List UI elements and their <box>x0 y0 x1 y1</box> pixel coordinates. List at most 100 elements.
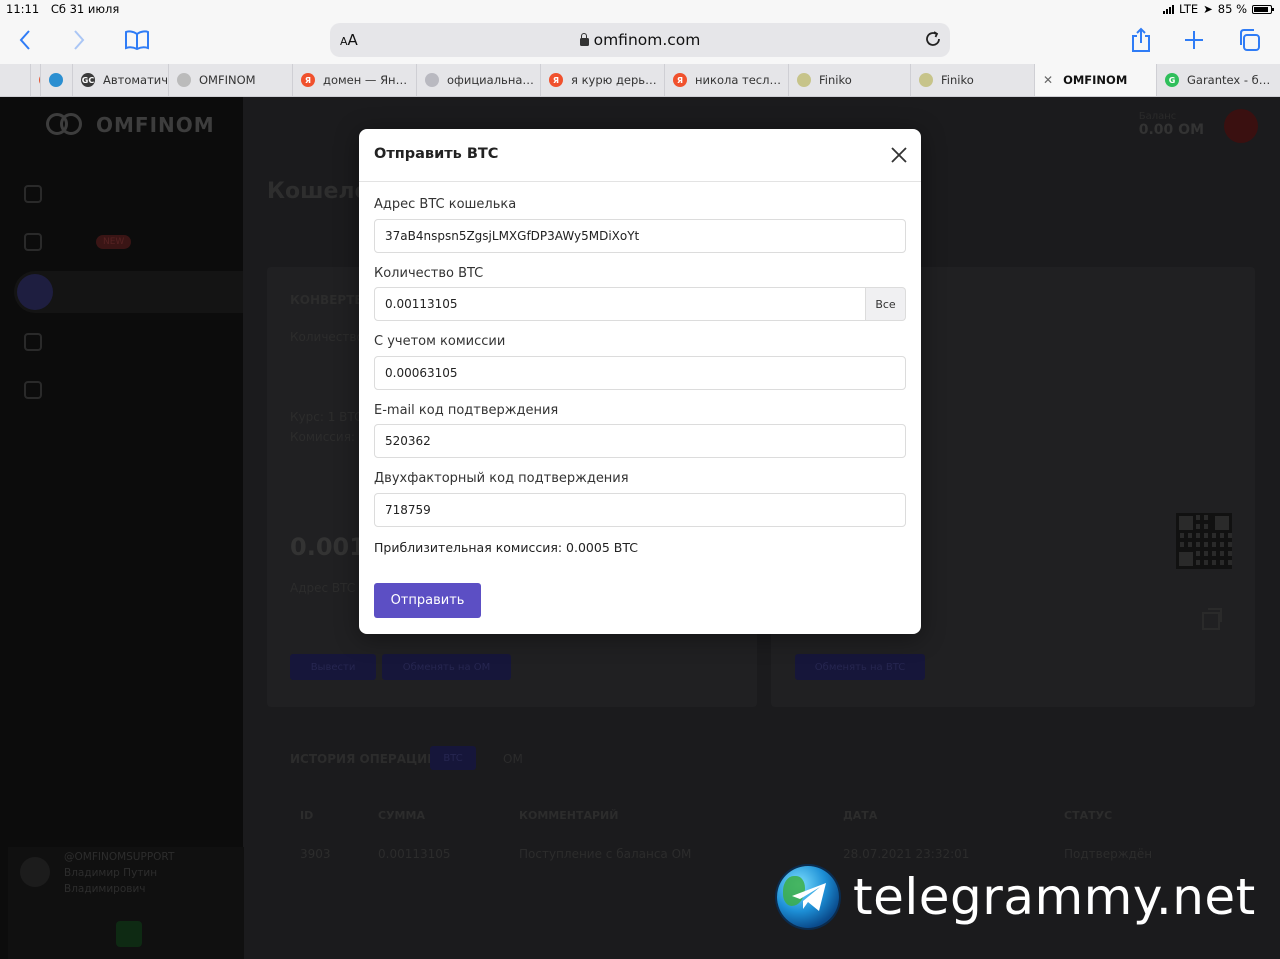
history-column-header: КОММЕНТАРИЙ <box>519 809 619 822</box>
lock-icon <box>579 32 589 46</box>
browser-tab[interactable]: OMFINOM <box>168 64 292 96</box>
browser-tab[interactable]: Яя курю дерь… <box>540 64 664 96</box>
status-date: Сб 31 июля <box>50 2 120 16</box>
wallet-icon <box>17 274 53 310</box>
watermark-text: telegrammy.net <box>853 868 1256 926</box>
tab-strip: GC Автоматич OMFINOM Ядомен — Ян… официальна… <box>0 64 1280 97</box>
browser-tab-label: OMFINOM <box>199 73 256 87</box>
menu-icon <box>24 185 42 203</box>
send-btc-modal: Отправить BTC Адрес BTC кошелька Количес… <box>359 129 921 634</box>
browser-tab[interactable] <box>30 64 40 96</box>
converter-rate: Курс: 1 BTC <box>290 410 363 424</box>
sidebar-item-2[interactable]: NEW <box>24 233 132 251</box>
close-icon[interactable] <box>889 145 909 165</box>
twofa-label: Двухфакторный код подтверждения <box>374 471 629 486</box>
sidebar-item-1[interactable] <box>24 185 42 203</box>
sidebar: OMFINOM NEW @OMFINOMSUPPORT Владимир Пут… <box>0 97 244 959</box>
favicon-icon <box>49 73 63 87</box>
qr-code <box>1176 513 1232 569</box>
browser-tab[interactable] <box>40 64 72 96</box>
logo-icon <box>46 113 86 137</box>
btc-address-input[interactable] <box>374 219 906 253</box>
send-button[interactable]: Отправить <box>374 583 481 618</box>
withdraw-button[interactable]: Вывести <box>290 654 376 680</box>
browser-tab[interactable]: официальна… <box>416 64 540 96</box>
with-fee-input[interactable] <box>374 356 906 390</box>
user-avatar[interactable] <box>1224 109 1258 143</box>
converter-amount-label: Количество <box>290 330 364 344</box>
book-icon[interactable] <box>122 28 152 52</box>
all-button[interactable]: Все <box>866 287 906 321</box>
header-balance: Баланс 0.00 OM <box>1138 111 1204 138</box>
browser-tab-label: никола тесл… <box>695 73 781 87</box>
browser-tab-label: Автоматич <box>103 73 168 87</box>
favicon-icon <box>919 73 933 87</box>
history-tab-om[interactable]: OM <box>503 752 523 766</box>
browser-tab[interactable]: Finiko <box>910 64 1034 96</box>
history-cell: Поступление с баланса OM <box>519 847 692 861</box>
fee-note: Приблизительная комиссия: 0.0005 BTC <box>374 540 638 555</box>
browser-tab[interactable]: GC Автоматич <box>72 64 168 96</box>
menu-icon <box>24 381 42 399</box>
browser-tab-label: Finiko <box>819 73 852 87</box>
history-heading: ИСТОРИЯ ОПЕРАЦИЙ <box>290 752 438 766</box>
favicon-icon: GC <box>81 73 95 87</box>
signal-icon <box>1163 4 1175 14</box>
close-tab-icon[interactable]: ✕ <box>1043 73 1053 87</box>
history-cell: 0.00113105 <box>378 847 451 861</box>
tabs-icon[interactable] <box>1236 27 1262 53</box>
battery-percent: 85 % <box>1217 2 1247 16</box>
with-fee-label: С учетом комиссии <box>374 334 506 349</box>
location-icon: ➤ <box>1203 2 1213 16</box>
favicon-icon: Я <box>301 73 315 87</box>
copy-icon[interactable] <box>1202 608 1222 630</box>
support-avatar <box>20 857 50 887</box>
url-text: omfinom.com <box>593 31 701 49</box>
address-label: Адрес BTC кошелька <box>374 197 517 212</box>
share-icon[interactable] <box>1128 26 1154 54</box>
browser-tab-label: домен — Ян… <box>323 73 408 87</box>
chevron-left-icon[interactable] <box>14 28 36 52</box>
favicon-icon <box>425 73 439 87</box>
phone-icon[interactable] <box>116 921 142 947</box>
history-column-header: СТАТУС <box>1064 809 1113 822</box>
browser-tab[interactable]: G Garantex - б… <box>1156 64 1280 96</box>
btc-address-label: Адрес BTC <box>290 581 356 595</box>
browser-toolbar: AA omfinom.com <box>0 18 1280 64</box>
browser-tab[interactable]: Ядомен — Ян… <box>292 64 416 96</box>
chevron-right-icon[interactable] <box>68 28 90 52</box>
history-column-header: ДАТА <box>843 809 878 822</box>
history-tab-btc[interactable]: BTC <box>430 746 476 770</box>
menu-icon <box>24 333 42 351</box>
exchange-om-button[interactable]: Обменять на OM <box>382 654 511 680</box>
browser-tab-label: официальна… <box>447 73 534 87</box>
sidebar-item-wallet[interactable] <box>14 271 243 313</box>
twofa-code-input[interactable] <box>374 493 906 527</box>
support-name: Владимир Путин <box>64 867 158 879</box>
exchange-btc-button[interactable]: Обменять на BTC <box>795 654 925 680</box>
browser-tab-label: OMFINOM <box>1063 73 1128 87</box>
browser-tab[interactable]: Finiko <box>788 64 910 96</box>
modal-title: Отправить BTC <box>374 146 499 162</box>
browser-tab[interactable]: ✕ OMFINOM <box>1034 64 1156 96</box>
support-patronymic: Владимирович <box>64 883 146 895</box>
history-column-header: СУММА <box>378 809 425 822</box>
sidebar-item-4[interactable] <box>24 333 42 351</box>
email-code-label: E-mail код подтверждения <box>374 403 559 418</box>
logo: OMFINOM <box>46 113 215 137</box>
btc-amount-input[interactable] <box>374 287 866 321</box>
address-bar[interactable]: AA omfinom.com <box>330 23 950 57</box>
support-card: @OMFINOMSUPPORT Владимир Путин Владимиро… <box>8 847 244 959</box>
watermark: telegrammy.net <box>777 866 1256 928</box>
new-badge: NEW <box>96 235 132 249</box>
reload-icon[interactable] <box>924 30 942 52</box>
support-handle: @OMFINOMSUPPORT <box>64 851 175 863</box>
sidebar-item-5[interactable] <box>24 381 42 399</box>
favicon-icon: Я <box>549 73 563 87</box>
browser-tab-label: Finiko <box>941 73 974 87</box>
browser-tab[interactable]: Яникола тесл… <box>664 64 788 96</box>
favicon-icon: G <box>1165 73 1179 87</box>
text-size-button[interactable]: AA <box>340 31 358 49</box>
plus-icon[interactable] <box>1182 28 1206 52</box>
email-code-input[interactable] <box>374 424 906 458</box>
